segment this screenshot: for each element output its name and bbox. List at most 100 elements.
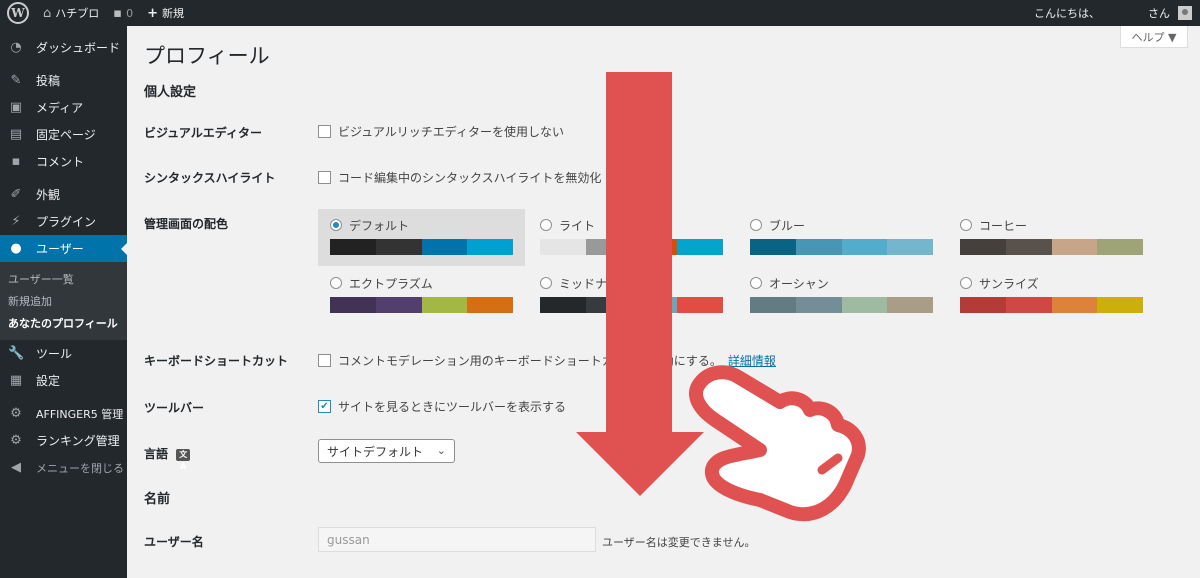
section-title-name: 名前 — [144, 492, 171, 507]
color-swatch — [467, 297, 513, 313]
submenu-item-your-profile[interactable]: あなたのプロフィール — [0, 312, 127, 334]
color-swatch — [960, 297, 1006, 313]
color-swatch — [330, 239, 376, 255]
user-suffix: さん — [1148, 7, 1170, 20]
sidebar-item-posts[interactable]: ✎ 投稿 — [0, 67, 127, 94]
color-scheme-name: エクトプラズム — [349, 276, 433, 291]
color-swatches — [750, 239, 933, 255]
color-swatch — [750, 239, 796, 255]
color-swatch — [887, 297, 933, 313]
toolbar-checkbox[interactable]: ✔ — [318, 400, 331, 413]
language-label-row: 言語 文A — [144, 445, 191, 471]
sidebar-item-label: ダッシュボード — [36, 41, 121, 55]
sidebar-item-ranking[interactable]: ⚙ ランキング管理 — [0, 427, 127, 454]
users-submenu: ユーザー一覧 新規追加 あなたのプロフィール — [0, 262, 127, 340]
gear-icon: ⚙ — [10, 433, 22, 448]
comment-bubble-icon: ▪ — [113, 5, 123, 21]
color-swatch — [960, 239, 1006, 255]
help-tab-button[interactable]: ヘルプ ▼ — [1120, 26, 1188, 48]
color-swatch — [585, 297, 632, 313]
color-swatch — [1051, 297, 1098, 313]
submenu-item-all-users[interactable]: ユーザー一覧 — [0, 268, 127, 290]
color-scheme-option[interactable]: ライト — [528, 209, 735, 266]
main-content: ヘルプ ▼ プロフィール 個人設定 ビジュアルエディター ビジュアルリッチエディ… — [127, 26, 1200, 578]
username-input[interactable]: gussan — [318, 527, 596, 552]
sidebar-item-users[interactable]: ● ユーザー — [0, 235, 127, 262]
color-scheme-radio[interactable] — [330, 219, 342, 231]
sidebar-item-settings[interactable]: ▦ 設定 — [0, 367, 127, 394]
media-icon: ▣ — [9, 100, 23, 115]
new-content-menu[interactable]: + 新規 — [140, 0, 191, 26]
username-label: ユーザー名 — [144, 535, 204, 549]
color-scheme-option[interactable]: エクトプラズム — [318, 267, 525, 324]
color-swatches — [330, 239, 513, 255]
language-label: 言語 — [144, 447, 169, 461]
sidebar-item-dashboard[interactable]: ◔ ダッシュボード — [0, 34, 127, 61]
settings-icon: ▦ — [9, 373, 23, 388]
sidebar-item-plugins[interactable]: ⚡ プラグイン — [0, 208, 127, 235]
sidebar-item-appearance[interactable]: ✐ 外観 — [0, 181, 127, 208]
toolbar-option-text: サイトを見るときにツールバーを表示する — [338, 400, 567, 414]
my-account-menu[interactable]: こんにちは、 さん — [1034, 5, 1200, 21]
color-scheme-option[interactable]: オーシャン — [738, 267, 945, 324]
collapse-menu-button[interactable]: ◀ メニューを閉じる — [0, 454, 127, 481]
color-scheme-radio[interactable] — [540, 277, 552, 289]
color-scheme-radio[interactable] — [750, 219, 762, 231]
wp-logo-menu[interactable]: W — [0, 0, 36, 26]
color-scheme-label-row: ミッドナイト — [540, 275, 723, 291]
color-scheme-label-row: エクトプラズム — [330, 275, 513, 291]
color-scheme-radio[interactable] — [960, 219, 972, 231]
color-scheme-option[interactable]: ブルー — [738, 209, 945, 266]
wrench-icon: 🔧 — [8, 346, 25, 361]
color-swatch — [887, 239, 933, 255]
color-swatch — [631, 297, 678, 313]
color-swatch — [795, 297, 842, 313]
sidebar-item-affinger[interactable]: ⚙ AFFINGER5 管理 — [0, 400, 127, 427]
syntax-highlight-option[interactable]: コード編集中のシンタックスハイライトを無効化 — [318, 169, 601, 186]
comments-menu[interactable]: ▪ 0 — [106, 0, 140, 26]
sidebar-item-comments[interactable]: ▪ コメント — [0, 148, 127, 175]
translation-icon: 文A — [176, 448, 191, 471]
avatar-icon — [1178, 6, 1192, 20]
dashboard-icon: ◔ — [10, 40, 22, 55]
color-scheme-label-row: ライト — [540, 217, 723, 233]
color-scheme-radio[interactable] — [330, 277, 342, 289]
new-content-label: 新規 — [161, 7, 184, 20]
site-name-menu[interactable]: ⌂ ハチブロ — [36, 0, 106, 26]
home-icon: ⌂ — [43, 5, 52, 21]
sidebar-item-label: 投稿 — [36, 74, 61, 88]
keyboard-shortcuts-option[interactable]: コメントモデレーション用のキーボードショートカットを有効にする。 詳細情報 — [318, 352, 776, 369]
color-scheme-radio[interactable] — [960, 277, 972, 289]
color-swatch — [585, 239, 632, 255]
sidebar-item-pages[interactable]: ▤ 固定ページ — [0, 121, 127, 148]
sidebar-item-label: AFFINGER5 管理 — [36, 407, 124, 421]
sidebar-item-label: ツール — [36, 347, 73, 361]
sidebar-item-tools[interactable]: 🔧 ツール — [0, 340, 127, 367]
admin-sidebar: ◔ ダッシュボード ✎ 投稿 ▣ メディア ▤ 固定ページ ▪ コメント ✐ 外… — [0, 26, 127, 578]
greeting-text: こんにちは、 — [1034, 7, 1100, 20]
color-scheme-name: ライト — [559, 218, 596, 233]
syntax-highlight-checkbox[interactable] — [318, 171, 331, 184]
toolbar-option[interactable]: ✔ サイトを見るときにツールバーを表示する — [318, 398, 566, 415]
color-scheme-option[interactable]: ミッドナイト — [528, 267, 735, 324]
color-scheme-radio[interactable] — [540, 219, 552, 231]
visual-editor-option[interactable]: ビジュアルリッチエディターを使用しない — [318, 123, 564, 140]
keyboard-shortcuts-label: キーボードショートカット — [144, 354, 289, 368]
submenu-item-add-new[interactable]: 新規追加 — [0, 290, 127, 312]
color-scheme-option[interactable]: サンライズ — [948, 267, 1155, 324]
color-scheme-option[interactable]: コーヒー — [948, 209, 1155, 266]
visual-editor-checkbox[interactable] — [318, 125, 331, 138]
color-scheme-option[interactable]: デフォルト — [318, 209, 525, 266]
admin-bar: W ⌂ ハチブロ ▪ 0 + 新規 こんにちは、 さん — [0, 0, 1200, 26]
more-info-link[interactable]: 詳細情報 — [728, 352, 776, 369]
keyboard-shortcuts-checkbox[interactable] — [318, 354, 331, 367]
visual-editor-option-text: ビジュアルリッチエディターを使用しない — [338, 125, 564, 139]
sidebar-item-media[interactable]: ▣ メディア — [0, 94, 127, 121]
language-select[interactable]: サイトデフォルト ⌄ — [318, 439, 455, 463]
username-hint: ユーザー名は変更できません。 — [602, 536, 756, 549]
color-swatch — [375, 239, 422, 255]
color-swatch — [1005, 239, 1052, 255]
color-scheme-name: コーヒー — [979, 218, 1028, 233]
color-swatch — [841, 239, 888, 255]
color-scheme-radio[interactable] — [750, 277, 762, 289]
